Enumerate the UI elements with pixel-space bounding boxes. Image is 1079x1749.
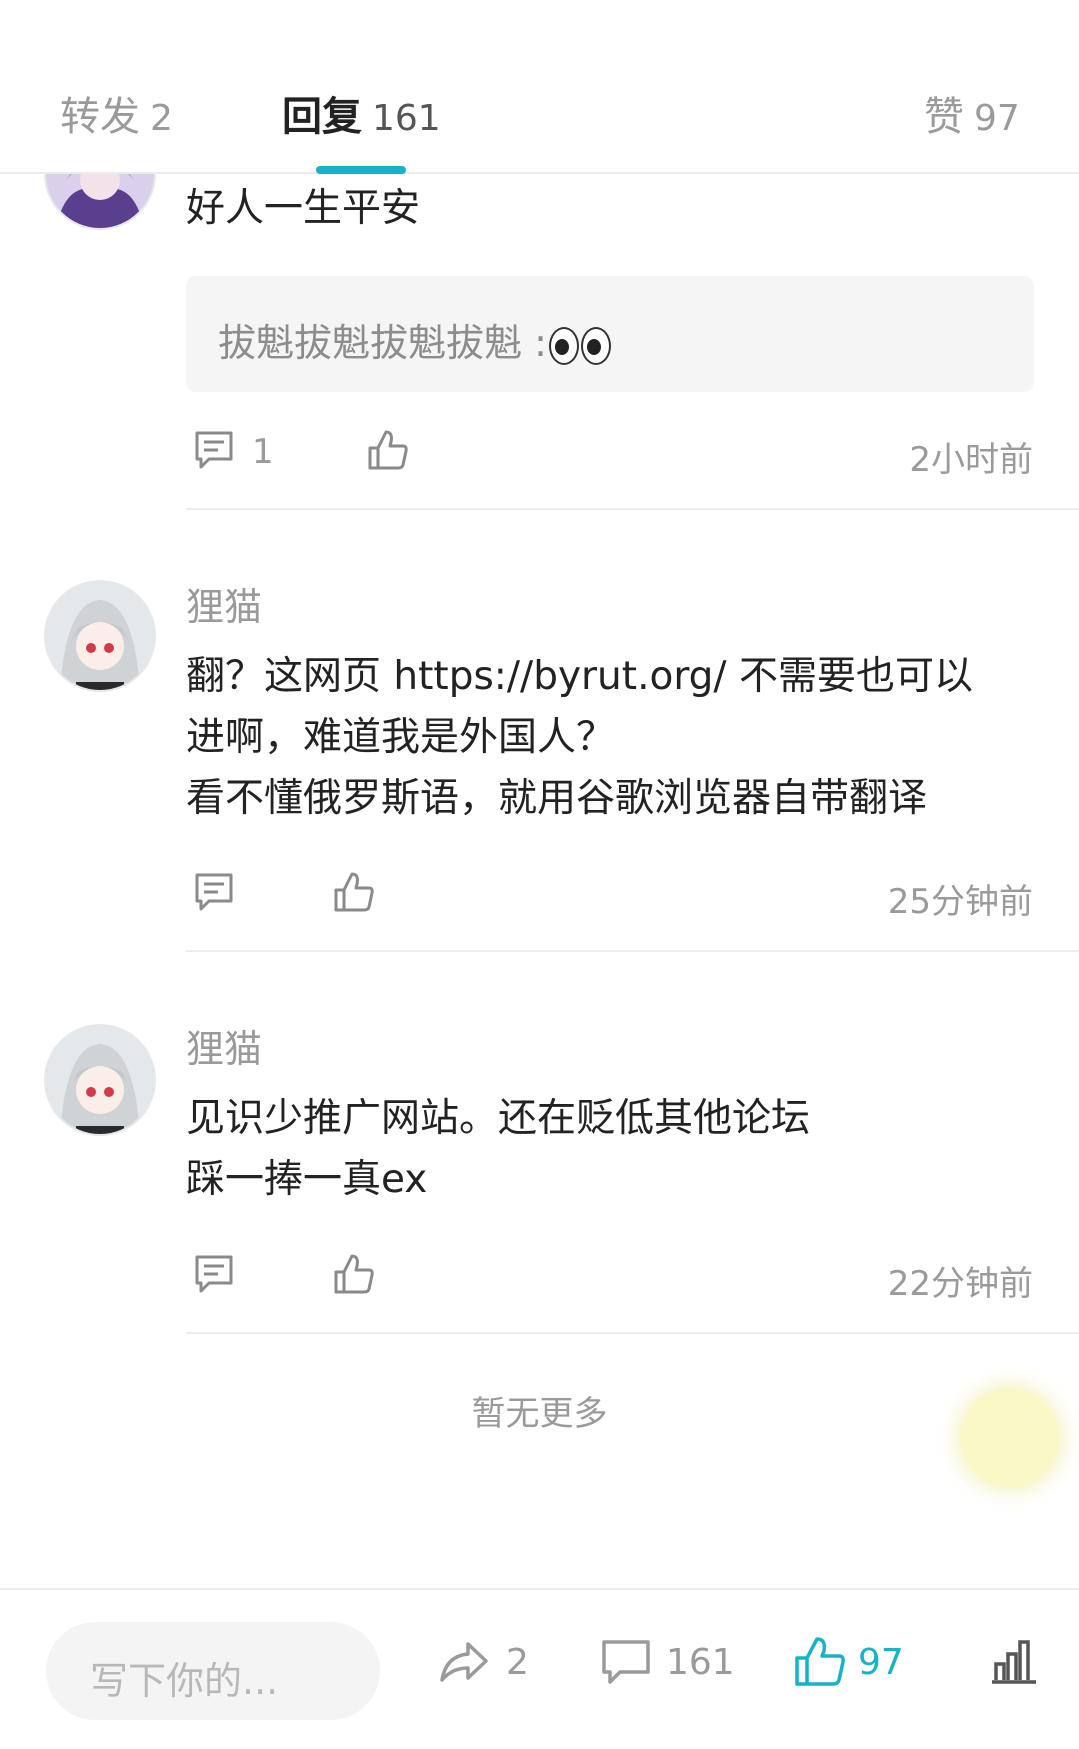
tab-reposts[interactable]: 转发 2 <box>60 84 173 142</box>
tab-replies[interactable]: 回复 161 <box>282 84 441 142</box>
tab-replies-label: 回复 <box>282 94 362 140</box>
comment-line: 好人一生平安 <box>186 186 421 231</box>
comment-line: 见识少推广网站。还在贬低其他论坛 <box>186 1096 811 1141</box>
comment-text: 翻？这网页 https://byrut.org/ 不需要也可以 进啊，难道我是外… <box>186 646 973 829</box>
thumbs-up-icon[interactable] <box>332 870 376 914</box>
comment-icon[interactable] <box>192 428 236 472</box>
quoted-reply-text: 拔魁拔魁拔魁拔魁 : <box>218 312 611 367</box>
comment-text: 好人一生平安 <box>186 178 420 239</box>
comment-line: 翻？这网页 https://byrut.org/ 不需要也可以 <box>186 654 973 699</box>
comment-line: 看不懂俄罗斯语，就用谷歌浏览器自带翻译 <box>186 776 928 821</box>
comment-line: 进啊，难道我是外国人？ <box>186 715 616 760</box>
tab-replies-count: 161 <box>372 98 441 139</box>
tab-likes[interactable]: 赞 97 <box>924 84 1020 142</box>
bar-chart-icon <box>992 1640 1036 1684</box>
like-count: 97 <box>858 1642 904 1683</box>
share-icon <box>440 1642 488 1682</box>
divider <box>186 1332 1079 1334</box>
thumbs-up-icon[interactable] <box>366 428 410 472</box>
comment-text: 见识少推广网站。还在贬低其他论坛 踩一捧一真ex <box>186 1088 810 1210</box>
comment-bubble-icon <box>602 1640 650 1684</box>
active-tab-indicator <box>316 166 406 174</box>
tab-reposts-count: 2 <box>150 98 173 139</box>
comment-icon[interactable] <box>192 1252 236 1296</box>
reply-input-placeholder: 写下你的... <box>90 1659 279 1703</box>
share-count: 2 <box>506 1642 529 1683</box>
eye-emoji-left <box>548 326 579 365</box>
bottom-action-bar: 写下你的... 2 161 97 <box>0 1588 1079 1749</box>
tab-reposts-label: 转发 <box>60 94 140 140</box>
comment-icon[interactable] <box>192 870 236 914</box>
avatar[interactable] <box>44 580 156 692</box>
comment-time: 25分钟前 <box>887 882 1033 922</box>
username[interactable]: 狸猫 <box>186 576 262 631</box>
like-button[interactable]: 97 <box>792 1634 922 1694</box>
eye-emoji-right <box>580 326 611 365</box>
no-more-label: 暂无更多 <box>471 1394 608 1434</box>
tab-likes-count: 97 <box>974 98 1020 139</box>
comment-line: 踩一捧一真ex <box>186 1157 428 1202</box>
quoted-reply-content: 拔魁拔魁拔魁拔魁 : <box>218 321 547 365</box>
stats-button[interactable] <box>986 1634 1042 1694</box>
comment-count: 161 <box>666 1642 735 1683</box>
quoted-reply[interactable]: 拔魁拔魁拔魁拔魁 : <box>186 276 1034 392</box>
thumbs-up-icon[interactable] <box>332 1252 376 1296</box>
reply-input[interactable]: 写下你的... <box>46 1622 380 1720</box>
comment-time: 22分钟前 <box>887 1264 1033 1304</box>
comment-time: 2小时前 <box>909 440 1033 480</box>
share-button[interactable]: 2 <box>436 1634 556 1694</box>
floating-action-button[interactable] <box>960 1388 1060 1488</box>
comment-button[interactable]: 161 <box>598 1634 738 1694</box>
thumbs-up-icon <box>795 1637 845 1686</box>
tab-bar: 转发 2 回复 161 赞 97 <box>0 0 1079 174</box>
reply-count: 1 <box>252 432 274 472</box>
tab-likes-label: 赞 <box>924 94 964 140</box>
divider <box>186 508 1079 510</box>
avatar[interactable] <box>44 1024 156 1136</box>
username[interactable]: 狸猫 <box>186 1018 262 1073</box>
divider <box>186 950 1079 952</box>
